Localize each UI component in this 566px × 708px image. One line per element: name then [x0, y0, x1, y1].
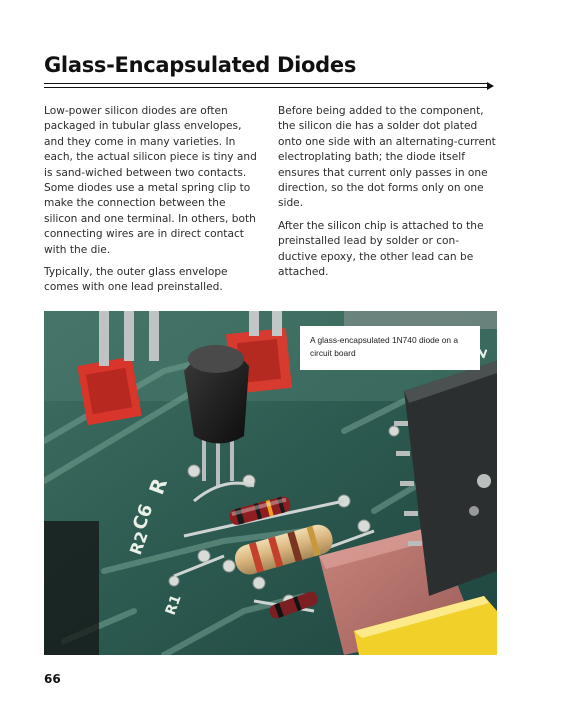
paragraph: Before being added to the component, the… — [278, 105, 496, 210]
page-title: Glass-Encapsulated Diodes — [44, 53, 357, 77]
page-number: 66 — [44, 672, 61, 686]
paragraph: After the silicon chip is attached to th… — [278, 219, 484, 279]
right-text-column: Before being added to the component, the… — [278, 104, 496, 287]
title-underline-rule — [44, 82, 494, 90]
photo-caption: A glass-encapsulated 1N740 diode on a ci… — [300, 326, 480, 370]
paragraph: Low-power silicon diodes are often packa… — [44, 105, 257, 256]
paragraph: Typically, the outer glass envelope come… — [44, 266, 228, 294]
left-text-column: Low-power silicon diodes are often packa… — [44, 104, 260, 303]
